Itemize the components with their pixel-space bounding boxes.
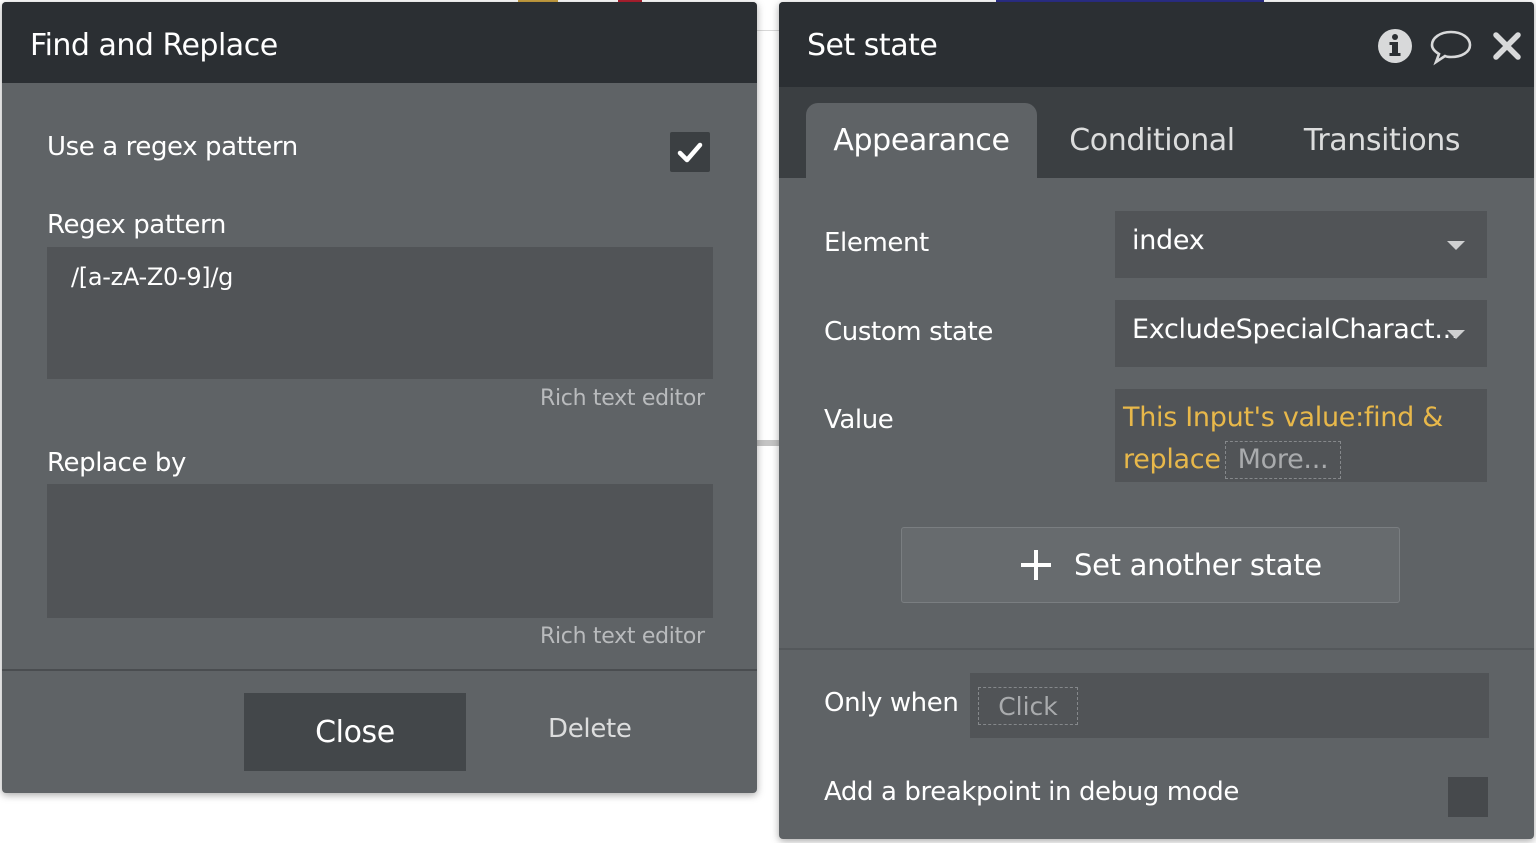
chevron-down-icon <box>1447 330 1465 339</box>
only-when-placeholder[interactable]: Click <box>978 687 1078 725</box>
comment-icon[interactable] <box>1429 26 1473 66</box>
panel-title: Set state <box>807 28 938 63</box>
set-state-panel: Set state Appearance Conditional Transit… <box>779 2 1534 839</box>
canvas-divider <box>757 30 779 31</box>
tab-conditional[interactable]: Conditional <box>1049 103 1255 178</box>
only-when-label: Only when <box>824 688 959 718</box>
set-another-state-label: Set another state <box>1074 548 1322 582</box>
breakpoint-label: Add a breakpoint in debug mode <box>824 777 1239 807</box>
set-another-state-button[interactable]: Set another state <box>901 527 1400 603</box>
value-expression[interactable]: replace <box>1123 444 1221 475</box>
tab-label: Transitions <box>1303 123 1461 158</box>
tab-appearance[interactable]: Appearance <box>806 103 1037 178</box>
chevron-down-icon <box>1447 241 1465 250</box>
use-regex-label: Use a regex pattern <box>47 132 298 162</box>
close-button[interactable]: Close <box>244 693 466 771</box>
find-replace-header: Find and Replace <box>2 2 757 83</box>
element-value: index <box>1132 225 1205 256</box>
plus-icon <box>1021 550 1051 580</box>
close-icon[interactable] <box>1487 26 1527 66</box>
only-when-field[interactable]: Click <box>970 673 1489 738</box>
element-dropdown[interactable]: index <box>1115 211 1487 278</box>
value-label: Value <box>824 405 894 435</box>
rich-text-editor-link[interactable]: Rich text editor <box>540 386 705 411</box>
tab-label: Conditional <box>1069 123 1235 158</box>
use-regex-checkbox[interactable] <box>670 132 710 172</box>
value-expression-field[interactable]: This Input's value:find & replace More... <box>1115 389 1487 482</box>
delete-button[interactable]: Delete <box>548 714 632 744</box>
footer-divider <box>2 669 757 671</box>
replace-by-input[interactable] <box>47 484 713 618</box>
custom-state-dropdown[interactable]: ExcludeSpecialCharact... <box>1115 300 1487 367</box>
breakpoint-checkbox[interactable] <box>1448 777 1488 817</box>
regex-pattern-value: /[a-zA-Z0-9]/g <box>71 263 234 291</box>
find-replace-panel: Find and Replace Use a regex pattern Reg… <box>2 2 757 793</box>
replace-by-label: Replace by <box>47 448 187 478</box>
close-button-label: Close <box>315 714 395 750</box>
tab-label: Appearance <box>833 123 1010 158</box>
canvas-divider <box>757 440 779 446</box>
checkmark-icon <box>677 142 703 163</box>
tab-transitions[interactable]: Transitions <box>1277 103 1487 178</box>
set-state-header: Set state <box>779 2 1534 87</box>
tab-bar: Appearance Conditional Transitions <box>779 87 1534 178</box>
custom-state-label: Custom state <box>824 317 993 347</box>
more-button[interactable]: More... <box>1224 441 1342 479</box>
rich-text-editor-link[interactable]: Rich text editor <box>540 624 705 649</box>
element-label: Element <box>824 228 929 258</box>
regex-pattern-label: Regex pattern <box>47 210 226 240</box>
regex-pattern-input[interactable]: /[a-zA-Z0-9]/g <box>47 247 713 379</box>
value-expression[interactable]: This Input's value:find & <box>1123 402 1443 433</box>
section-divider <box>779 648 1534 650</box>
info-icon[interactable] <box>1375 26 1415 66</box>
custom-state-value: ExcludeSpecialCharact... <box>1132 314 1460 345</box>
panel-title: Find and Replace <box>30 28 278 63</box>
